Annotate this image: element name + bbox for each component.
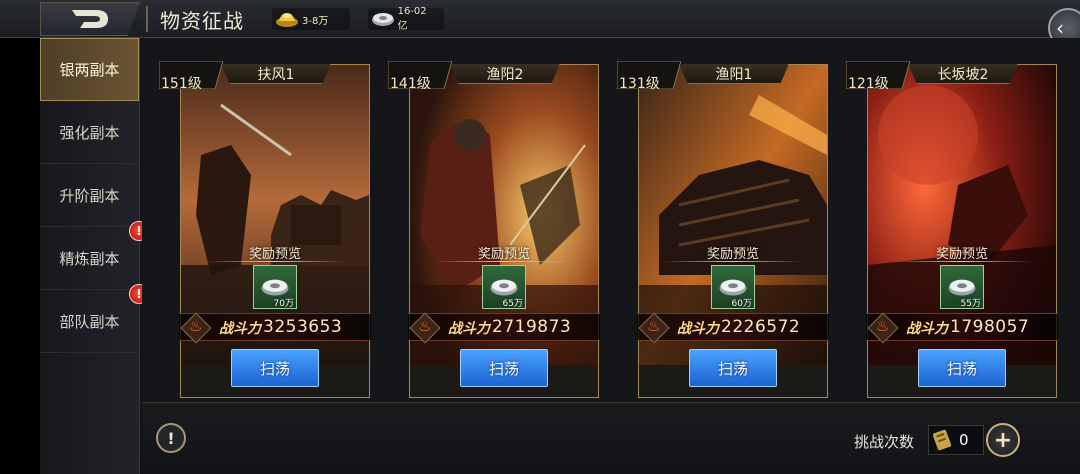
- gold-ingot-icon: [274, 9, 300, 29]
- power-label: 战斗力: [219, 321, 261, 337]
- power-label: 战斗力: [906, 321, 948, 337]
- reward-divider: [663, 261, 803, 262]
- reward-item[interactable]: 60万: [711, 265, 755, 309]
- dungeon-card: 奖励预览 55万 ♨ 战斗力 1798057 扫荡 121级 长坂坡2: [846, 61, 1058, 398]
- sweep-button[interactable]: 扫荡: [918, 349, 1006, 387]
- page-title: 物资征战: [160, 9, 244, 33]
- silver-coin-icon: [370, 9, 396, 29]
- sidebar-item-label: 精炼副本: [59, 249, 120, 268]
- power-bar: ♨ 战斗力 2719873: [408, 312, 600, 344]
- reward-amount: 70万: [273, 299, 294, 309]
- gold-value: 3-8万: [302, 15, 329, 27]
- back-logo-icon: [72, 10, 108, 28]
- fire-icon: ♨: [418, 317, 432, 335]
- dungeon-name: 长坂坡2: [908, 64, 1018, 84]
- silver-resource: 16-02亿: [368, 6, 444, 32]
- bottom-bar: ! 挑战次数 0 +: [142, 402, 1080, 474]
- reward-preview-label: 奖励预览: [935, 247, 988, 262]
- collapse-arrow-icon: ‹: [1056, 16, 1064, 40]
- sidebar-item-troop-dungeon[interactable]: 部队副本 !: [40, 284, 149, 353]
- screen-edge: [0, 0, 40, 474]
- dungeon-card: 奖励预览 65万 ♨ 战斗力 2719873 扫荡 141级 渔阳2: [388, 61, 600, 398]
- dungeon-level: 121级: [848, 76, 889, 92]
- reward-item[interactable]: 65万: [482, 265, 526, 309]
- reward-item[interactable]: 70万: [253, 265, 297, 309]
- reward-amount: 55万: [960, 299, 981, 309]
- sweep-button[interactable]: 扫荡: [689, 349, 777, 387]
- reward-amount: 65万: [502, 299, 523, 309]
- silver-coin-icon: [719, 279, 747, 296]
- silver-coin-icon: [490, 279, 518, 296]
- gold-resource: 3-8万: [272, 8, 350, 30]
- dungeon-level: 131级: [619, 76, 660, 92]
- power-label: 战斗力: [448, 321, 490, 337]
- dungeon-card: 奖励预览 60万 ♨ 战斗力 2226572 扫荡 131级 渔阳1: [617, 61, 829, 398]
- sidebar-item-label: 银两副本: [59, 61, 120, 79]
- fire-icon: ♨: [647, 317, 661, 335]
- top-bar: 物资征战 3-8万 16-02亿 ‹: [0, 0, 1080, 48]
- sidebar-item-silver-dungeon[interactable]: 银两副本: [40, 38, 139, 101]
- dungeon-level: 151级: [161, 76, 202, 92]
- power-value: 2226572: [721, 317, 801, 337]
- silver-value: 16-02亿: [397, 6, 427, 32]
- sidebar-item-label: 强化副本: [59, 123, 120, 142]
- sidebar-item-enhance-dungeon[interactable]: 强化副本: [40, 101, 139, 164]
- sidebar-item-upgrade-dungeon[interactable]: 升阶副本: [40, 164, 139, 227]
- power-bar: ♨ 战斗力 2226572: [637, 312, 829, 344]
- sidebar-item-label: 升阶副本: [59, 186, 120, 205]
- sidebar-item-refine-dungeon[interactable]: 精炼副本 !: [40, 221, 149, 290]
- silver-coin-icon: [261, 279, 289, 296]
- dungeon-level: 141级: [390, 76, 431, 92]
- power-bar: ♨ 战斗力 1798057: [866, 312, 1058, 344]
- power-value: 2719873: [492, 317, 572, 337]
- dungeon-card: 奖励预览 70万 ♨ 战斗力 3253653 扫荡 151级 扶风1: [159, 61, 371, 398]
- sidebar-item-label: 部队副本: [59, 312, 120, 331]
- reward-divider: [205, 261, 345, 262]
- reward-item[interactable]: 55万: [940, 265, 984, 309]
- reward-amount: 60万: [731, 299, 752, 309]
- title-divider: [146, 6, 148, 32]
- power-label: 战斗力: [677, 321, 719, 337]
- scroll-token-icon: [929, 426, 955, 454]
- reward-divider: [892, 261, 1032, 262]
- power-bar: ♨ 战斗力 3253653: [179, 312, 371, 344]
- power-value: 1798057: [950, 317, 1030, 337]
- dungeon-name: 渔阳2: [450, 64, 560, 84]
- dungeon-name: 渔阳1: [679, 64, 789, 84]
- fire-icon: ♨: [189, 317, 203, 335]
- reward-preview-label: 奖励预览: [706, 247, 759, 262]
- back-button[interactable]: [40, 2, 140, 36]
- dungeon-list: 奖励预览 70万 ♨ 战斗力 3253653 扫荡 151级 扶风1 奖励预览 …: [142, 38, 1080, 402]
- fire-icon: ♨: [876, 317, 890, 335]
- sweep-button[interactable]: 扫荡: [231, 349, 319, 387]
- challenge-count-value: 0: [959, 431, 969, 449]
- reward-preview-label: 奖励预览: [477, 247, 530, 262]
- dungeon-name: 扶风1: [221, 64, 331, 84]
- power-value: 3253653: [263, 317, 343, 337]
- info-button[interactable]: !: [156, 423, 186, 453]
- add-challenge-button[interactable]: +: [986, 423, 1020, 457]
- sidebar: 银两副本 强化副本 升阶副本 精炼副本 ! 部队副本 !: [40, 38, 149, 474]
- sweep-button[interactable]: 扫荡: [460, 349, 548, 387]
- reward-preview-label: 奖励预览: [248, 247, 301, 262]
- challenge-count-label: 挑战次数: [854, 433, 915, 451]
- reward-divider: [434, 261, 574, 262]
- challenge-count-box: 0: [928, 425, 984, 455]
- silver-coin-icon: [948, 279, 976, 296]
